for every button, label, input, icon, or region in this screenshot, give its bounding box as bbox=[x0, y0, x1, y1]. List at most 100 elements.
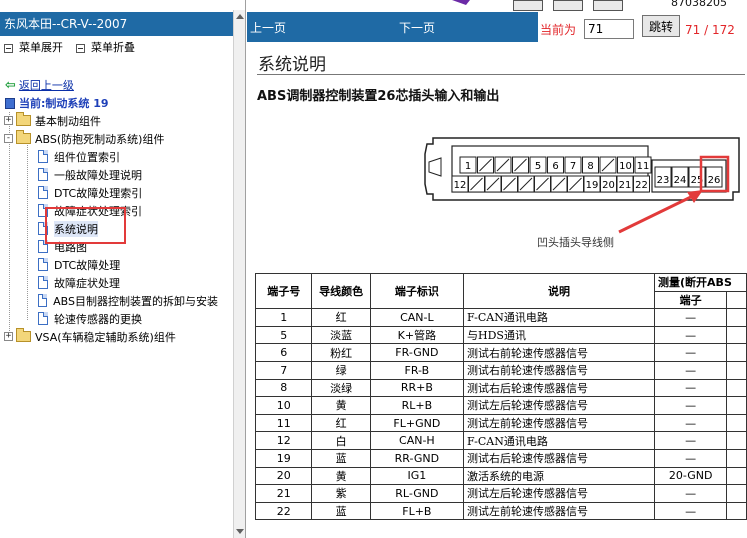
tree-item-component-index[interactable]: 组件位置索引 bbox=[38, 148, 120, 165]
tree-item-dtc-index[interactable]: DTC故障处理索引 bbox=[38, 184, 142, 201]
cell-terminal-id: FL+B bbox=[369, 501, 465, 521]
document-icon bbox=[38, 168, 48, 181]
connector-pin: 23 bbox=[654, 166, 672, 188]
tree-item-wheel-sensor-replacement[interactable]: 轮速传感器的更换 bbox=[38, 310, 142, 327]
cell-wire-color: 黄 bbox=[311, 396, 371, 415]
folder-open-icon bbox=[16, 130, 31, 144]
cell-wire-color: 绿 bbox=[311, 360, 371, 380]
scroll-down-icon[interactable] bbox=[236, 529, 244, 534]
cell-extra bbox=[726, 413, 747, 433]
table-row: 8 淡绿 RR+B 测试右后轮速传感器信号 — bbox=[254, 378, 747, 398]
cell-extra bbox=[726, 431, 747, 450]
tree-folder-abs[interactable]: - ABS(防抱死制动系统)组件 bbox=[4, 130, 164, 147]
purple-arrow-icon bbox=[452, 0, 470, 5]
top-code: 87038205 bbox=[671, 0, 727, 9]
cell-terminal-no: 8 bbox=[254, 378, 313, 398]
tree-item-general-troubleshooting[interactable]: 一般故障处理说明 bbox=[38, 166, 142, 183]
cell-wire-color: 淡蓝 bbox=[311, 325, 371, 345]
cell-extra bbox=[726, 308, 747, 327]
pin-label: 1 bbox=[465, 161, 471, 172]
next-page-link[interactable]: 下一页 bbox=[399, 19, 435, 36]
connector-pin: 8 bbox=[582, 156, 599, 174]
table-row: 5 淡蓝 K+管路 与HDS通讯 — bbox=[254, 325, 747, 345]
collapse-toggle-icon[interactable]: - bbox=[4, 134, 13, 143]
tree-item-abs-removal[interactable]: ABS目制器控制装置的拆卸与安装 bbox=[38, 292, 218, 309]
current-location: 当前:制动系统 19 bbox=[5, 95, 109, 111]
connector-pin bbox=[534, 175, 551, 193]
pin-label: 12 bbox=[454, 180, 467, 191]
cell-terminal-id: RR+B bbox=[369, 378, 465, 398]
computer-icon bbox=[5, 97, 15, 109]
pin-label: 7 bbox=[570, 161, 576, 172]
cell-measurement: — bbox=[654, 431, 728, 450]
cell-terminal-no: 1 bbox=[254, 308, 313, 327]
expand-all-button[interactable]: 菜单展开 bbox=[4, 40, 63, 56]
cell-terminal-id: CAN-L bbox=[369, 308, 465, 327]
jump-button[interactable]: 跳转 bbox=[642, 15, 680, 37]
table-row: 22 蓝 FL+B 测试左前轮速传感器信号 — bbox=[254, 501, 747, 521]
pin-label: 20 bbox=[602, 180, 615, 191]
page-number-input[interactable] bbox=[584, 19, 634, 39]
connector-pin: 1 bbox=[459, 156, 477, 174]
page-jump-area: 当前为 跳转 71 / 172 bbox=[538, 12, 747, 42]
left-scrollbar[interactable] bbox=[233, 10, 245, 538]
window-button[interactable] bbox=[553, 0, 583, 11]
cell-extra bbox=[726, 378, 747, 398]
document-view: 系统说明 ABS调制器控制装置26芯插头输入和输出 1 5 6 7 8 10 11 12 19… bbox=[247, 42, 747, 538]
tree-folder-basic-brake[interactable]: + 基本制动组件 bbox=[4, 112, 101, 129]
cell-terminal-no: 10 bbox=[254, 396, 313, 415]
pin-label: 5 bbox=[535, 161, 541, 172]
pin-row-right: 23 24 25 26 bbox=[654, 166, 723, 188]
back-link[interactable]: ⇦ 返回上一级 bbox=[5, 77, 74, 93]
cell-terminal-id: RL+B bbox=[369, 396, 465, 415]
table-row: 1 红 CAN-L F-CAN通讯电路 — bbox=[254, 308, 747, 327]
cell-terminal-id: RL-GND bbox=[369, 484, 465, 503]
table-row: 11 红 FL+GND 测试左前轮速传感器信号 — bbox=[254, 413, 747, 433]
cell-wire-color: 白 bbox=[311, 431, 371, 450]
scroll-up-icon[interactable] bbox=[236, 14, 244, 19]
pin-label: 21 bbox=[619, 180, 632, 191]
cell-description: F-CAN通讯电路 bbox=[462, 431, 656, 450]
expand-icon bbox=[4, 43, 13, 53]
document-icon bbox=[38, 150, 48, 163]
back-arrow-icon: ⇦ bbox=[5, 77, 16, 93]
cell-terminal-no: 6 bbox=[254, 343, 313, 362]
connector-pin: 11 bbox=[634, 156, 652, 174]
connector-latch bbox=[428, 157, 442, 177]
cell-terminal-id: K+管路 bbox=[369, 325, 465, 345]
connector-pin: 19 bbox=[583, 175, 601, 193]
cell-extra bbox=[726, 501, 747, 521]
expand-toggle-icon[interactable]: + bbox=[4, 332, 13, 341]
connector-pin bbox=[494, 156, 512, 174]
th-description: 说明 bbox=[462, 272, 656, 310]
cell-wire-color: 蓝 bbox=[311, 501, 371, 521]
cell-description: 与HDS通讯 bbox=[462, 325, 656, 345]
cell-terminal-id: RR-GND bbox=[369, 448, 465, 468]
connector-pin: 10 bbox=[617, 156, 634, 174]
cell-wire-color: 红 bbox=[311, 308, 371, 327]
collapse-all-button[interactable]: 菜单折叠 bbox=[76, 40, 135, 56]
tree-folder-vsa[interactable]: + VSA(车辆稳定辅助系统)组件 bbox=[4, 328, 176, 345]
cell-description: 测试左后轮速传感器信号 bbox=[462, 396, 656, 415]
connector-pin bbox=[550, 175, 568, 193]
cell-extra bbox=[726, 396, 747, 415]
pin-label: 19 bbox=[586, 180, 599, 191]
connector-pin: 21 bbox=[616, 175, 634, 193]
tree-item-symptom-troubleshooting[interactable]: 故障症状处理 bbox=[38, 274, 120, 291]
pin-label: 22 bbox=[635, 180, 648, 191]
diagram-caption: 凹头插头导线侧 bbox=[537, 236, 614, 249]
cell-measurement: 20-GND bbox=[654, 466, 728, 486]
connector-pin bbox=[567, 175, 584, 193]
tree-item-dtc-troubleshooting[interactable]: DTC故障处理 bbox=[38, 256, 120, 273]
collapse-icon bbox=[76, 43, 85, 53]
window-button[interactable] bbox=[593, 0, 623, 11]
connector-pin bbox=[517, 175, 535, 193]
prev-page-link[interactable]: 上一页 bbox=[250, 19, 286, 36]
cell-measurement: — bbox=[654, 413, 728, 433]
cell-measurement: — bbox=[654, 378, 728, 398]
window-button[interactable] bbox=[513, 0, 543, 11]
cell-terminal-no: 22 bbox=[254, 501, 313, 521]
cell-terminal-id: FR-GND bbox=[369, 343, 465, 362]
expand-toggle-icon[interactable]: + bbox=[4, 116, 13, 125]
current-page-label: 当前为 bbox=[540, 23, 577, 37]
